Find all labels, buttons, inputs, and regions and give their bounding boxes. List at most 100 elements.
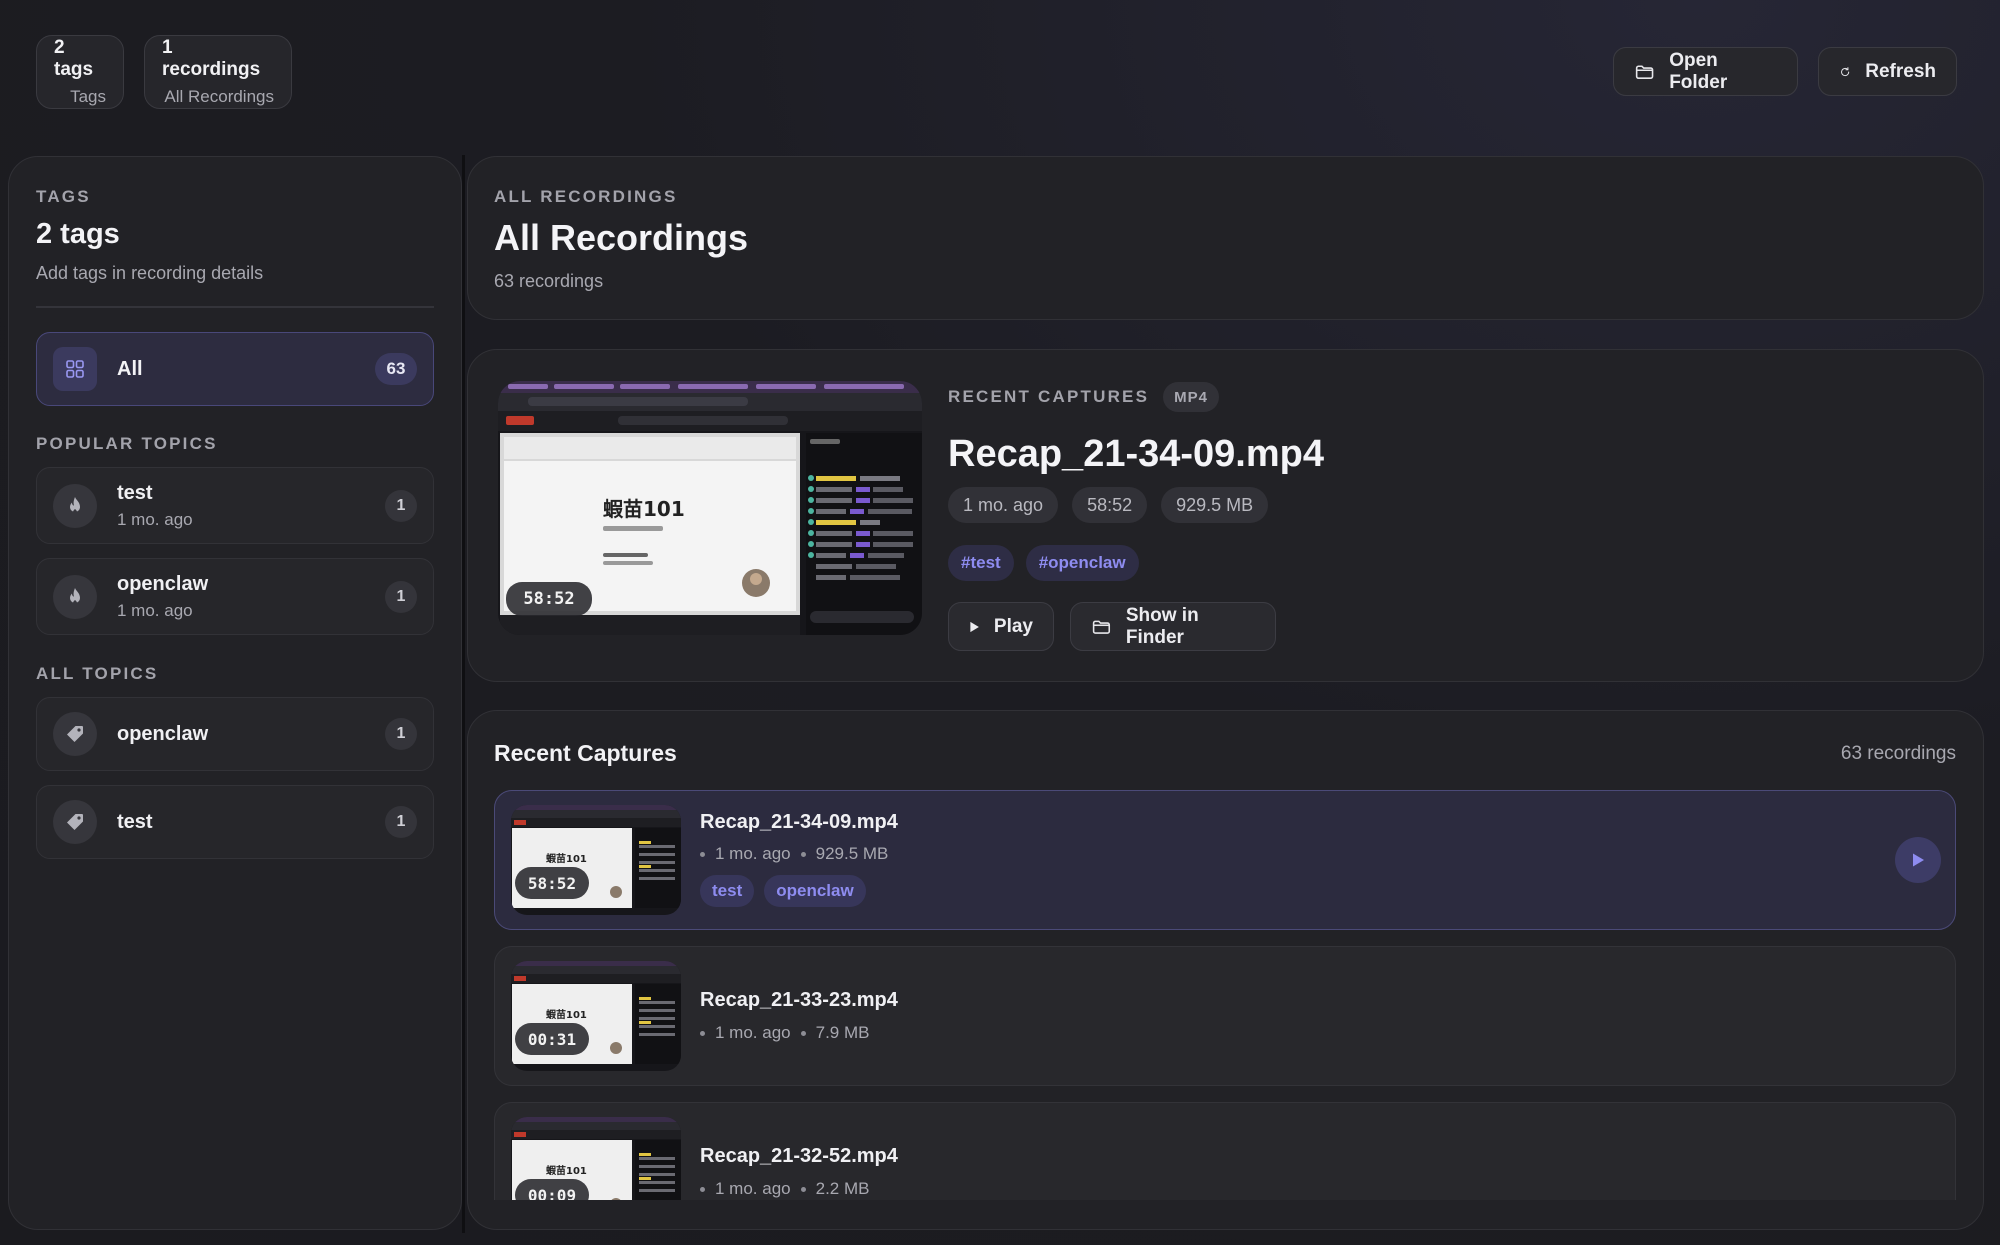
popular-topic-openclaw[interactable]: openclaw 1 mo. ago 1	[36, 558, 434, 635]
tags-stat: 2 tags Tags	[36, 35, 124, 109]
row-name: Recap_21-33-23.mp4	[700, 989, 898, 1011]
row-size: 929.5 MB	[815, 844, 889, 863]
separator-dot	[800, 1030, 806, 1036]
format-badge: MP4	[1163, 382, 1219, 412]
row-duration-badge: 00:09	[515, 1179, 589, 1200]
recordings-stat: 1 recordings All Recordings	[144, 35, 292, 109]
row-time: 1 mo. ago	[715, 844, 791, 863]
row-meta: 1 mo. ago 7.9 MB	[700, 1023, 869, 1043]
sidebar-divider	[462, 155, 465, 1233]
sidebar-title: 2 tags	[36, 218, 120, 250]
grid-icon	[53, 347, 97, 391]
topic-count: 1	[385, 580, 417, 613]
page-title: All Recordings	[494, 217, 749, 258]
row-thumbnail: 蝦苗101 00:09	[511, 1117, 681, 1200]
topic-name: test	[117, 481, 153, 504]
featured-thumbnail[interactable]: 蝦苗101 58:52	[498, 381, 922, 635]
row-tag-openclaw[interactable]: openclaw	[764, 875, 866, 907]
play-label: Play	[993, 615, 1033, 637]
featured-time-chip: 1 mo. ago	[948, 487, 1059, 523]
separator-dot	[700, 1186, 705, 1192]
row-tags: test openclaw	[700, 875, 866, 907]
featured-kicker-row: RECENT CAPTURES MP4	[948, 382, 1219, 412]
popular-topic-test[interactable]: test 1 mo. ago 1	[36, 467, 434, 544]
row-time: 1 mo. ago	[715, 1179, 791, 1198]
show-in-finder-label: Show in Finder	[1125, 604, 1199, 648]
topic-name: openclaw	[117, 722, 209, 745]
featured-duration-chip: 58:52	[1072, 487, 1148, 523]
recording-list[interactable]: 蝦苗101 58:52 Recap_21-34-09.mp4 1 mo. ago…	[466, 780, 1986, 1200]
thumb-heading: 蝦苗101	[546, 1164, 587, 1177]
refresh-button[interactable]: Refresh	[1818, 47, 1957, 96]
recording-row[interactable]: 蝦苗101 00:31 Recap_21-33-23.mp4 1 mo. ago…	[494, 946, 1956, 1086]
play-icon	[970, 621, 979, 632]
thumb-heading: 蝦苗101	[546, 852, 587, 865]
page-subtitle: 63 recordings	[494, 271, 604, 291]
featured-tags: #test #openclaw	[948, 545, 1139, 581]
featured-tag-openclaw[interactable]: #openclaw	[1025, 545, 1139, 581]
topic-count: 1	[385, 489, 417, 522]
row-name: Recap_21-34-09.mp4	[700, 811, 898, 833]
separator-dot	[700, 1030, 705, 1036]
row-time: 1 mo. ago	[715, 1023, 791, 1042]
sidebar-item-all-count: 63	[375, 353, 417, 385]
recordings-stat-label: All Recordings	[164, 87, 274, 106]
row-meta: 1 mo. ago 929.5 MB	[700, 844, 888, 864]
thumb-heading: 蝦苗101	[603, 497, 685, 521]
separator-dot	[700, 851, 705, 857]
row-play-button[interactable]	[1895, 837, 1941, 883]
recording-row[interactable]: 蝦苗101 00:09 Recap_21-32-52.mp4 1 mo. ago…	[494, 1102, 1956, 1200]
flame-icon	[53, 483, 97, 528]
topic-count: 1	[385, 718, 417, 750]
sidebar-item-all[interactable]: All 63	[36, 332, 434, 406]
all-topic-openclaw[interactable]: openclaw 1	[36, 697, 434, 771]
list-title: Recent Captures	[494, 740, 677, 766]
row-thumbnail: 蝦苗101 00:31	[511, 961, 681, 1071]
featured-kicker: RECENT CAPTURES	[948, 387, 1150, 406]
all-topic-test[interactable]: test 1	[36, 785, 434, 859]
topic-name: test	[117, 810, 153, 833]
separator-dot	[800, 851, 806, 857]
topic-name: openclaw	[117, 572, 209, 595]
featured-size-chip: 929.5 MB	[1161, 487, 1269, 523]
featured-tag-test[interactable]: #test	[948, 545, 1014, 581]
tags-stat-label: Tags	[70, 87, 106, 106]
recording-row-selected[interactable]: 蝦苗101 58:52 Recap_21-34-09.mp4 1 mo. ago…	[494, 790, 1956, 930]
popular-topics-heading: POPULAR TOPICS	[36, 434, 218, 453]
flame-icon	[53, 574, 97, 619]
topic-time: 1 mo. ago	[117, 600, 193, 620]
topic-time: 1 mo. ago	[117, 509, 193, 529]
row-duration-badge: 58:52	[515, 867, 589, 899]
all-topics-heading: ALL TOPICS	[36, 664, 159, 683]
show-in-finder-button[interactable]: Show in Finder	[1070, 602, 1276, 651]
open-folder-label: Open Folder	[1669, 49, 1728, 93]
separator-dot	[800, 1186, 806, 1192]
tags-stat-value: 2 tags	[54, 37, 94, 80]
sidebar-subtitle: Add tags in recording details	[36, 263, 264, 283]
featured-duration-badge: 58:52	[506, 582, 592, 616]
row-meta: 1 mo. ago 2.2 MB	[700, 1179, 869, 1199]
featured-meta-chips: 1 mo. ago 58:52 929.5 MB	[948, 487, 1269, 523]
sidebar-item-all-label: All	[117, 357, 143, 380]
header-kicker: ALL RECORDINGS	[494, 187, 678, 206]
refresh-icon	[1841, 66, 1850, 76]
row-size: 7.9 MB	[815, 1023, 870, 1042]
open-folder-button[interactable]: Open Folder	[1613, 47, 1798, 96]
row-size: 2.2 MB	[815, 1179, 870, 1198]
folder-icon	[1635, 64, 1654, 79]
featured-title: Recap_21-34-09.mp4	[948, 433, 1324, 475]
list-count: 63 recordings	[1840, 743, 1956, 764]
thumb-heading: 蝦苗101	[546, 1008, 587, 1021]
tag-icon	[53, 800, 97, 844]
play-icon	[1913, 853, 1924, 867]
recordings-stat-value: 1 recordings	[162, 37, 261, 80]
topic-count: 1	[385, 806, 417, 838]
row-duration-badge: 00:31	[515, 1023, 589, 1055]
row-tag-test[interactable]: test	[700, 875, 755, 907]
sidebar-rule	[36, 306, 434, 308]
folder-icon	[1092, 620, 1111, 634]
sidebar-panel	[8, 156, 462, 1230]
refresh-label: Refresh	[1865, 60, 1936, 82]
play-button[interactable]: Play	[948, 602, 1054, 651]
tag-icon	[53, 712, 97, 756]
